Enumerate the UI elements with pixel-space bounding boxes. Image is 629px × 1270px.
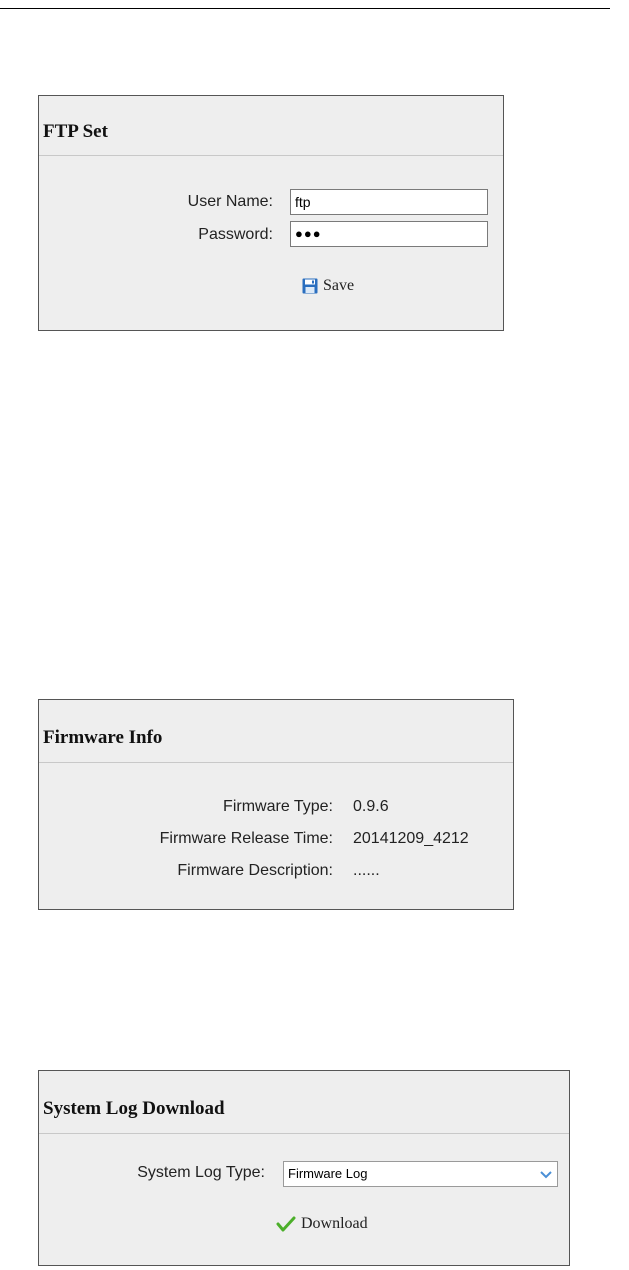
firmware-type-label: Firmware Type: <box>223 798 333 815</box>
username-field[interactable]: ftp <box>290 189 488 215</box>
password-label: Password: <box>198 226 273 243</box>
firmware-type-value: 0.9.6 <box>353 798 389 815</box>
save-button[interactable]: Save <box>302 277 354 295</box>
firmware-release-time-value: 20141209_4212 <box>353 830 469 847</box>
firmware-description-value: ...... <box>353 862 380 879</box>
page-top-rule <box>0 8 610 9</box>
firmware-info-panel: Firmware Info Firmware Type: 0.9.6 Firmw… <box>38 699 514 910</box>
panel-title: System Log Download <box>39 1071 569 1134</box>
firmware-release-time-label: Firmware Release Time: <box>159 830 333 847</box>
firmware-description-label: Firmware Description: <box>177 862 333 879</box>
chevron-down-icon <box>540 1171 552 1179</box>
download-label: Download <box>301 1215 368 1232</box>
system-log-type-selected: Firmware Log <box>288 1166 368 1181</box>
floppy-disk-icon <box>302 278 318 294</box>
panel-title: Firmware Info <box>39 700 513 763</box>
username-label: User Name: <box>187 193 273 210</box>
save-label: Save <box>323 277 355 294</box>
checkmark-icon <box>276 1216 296 1232</box>
panel-title: FTP Set <box>39 96 503 156</box>
ftp-set-panel: FTP Set User Name: ftp Password: ●●● Sav… <box>38 95 504 331</box>
password-field[interactable]: ●●● <box>290 221 488 247</box>
system-log-download-panel: System Log Download System Log Type: Fir… <box>38 1070 570 1266</box>
system-log-type-label: System Log Type: <box>137 1164 265 1181</box>
system-log-type-select[interactable]: Firmware Log <box>283 1161 558 1187</box>
download-button[interactable]: Download <box>276 1215 368 1233</box>
password-mask: ●●● <box>295 226 322 241</box>
